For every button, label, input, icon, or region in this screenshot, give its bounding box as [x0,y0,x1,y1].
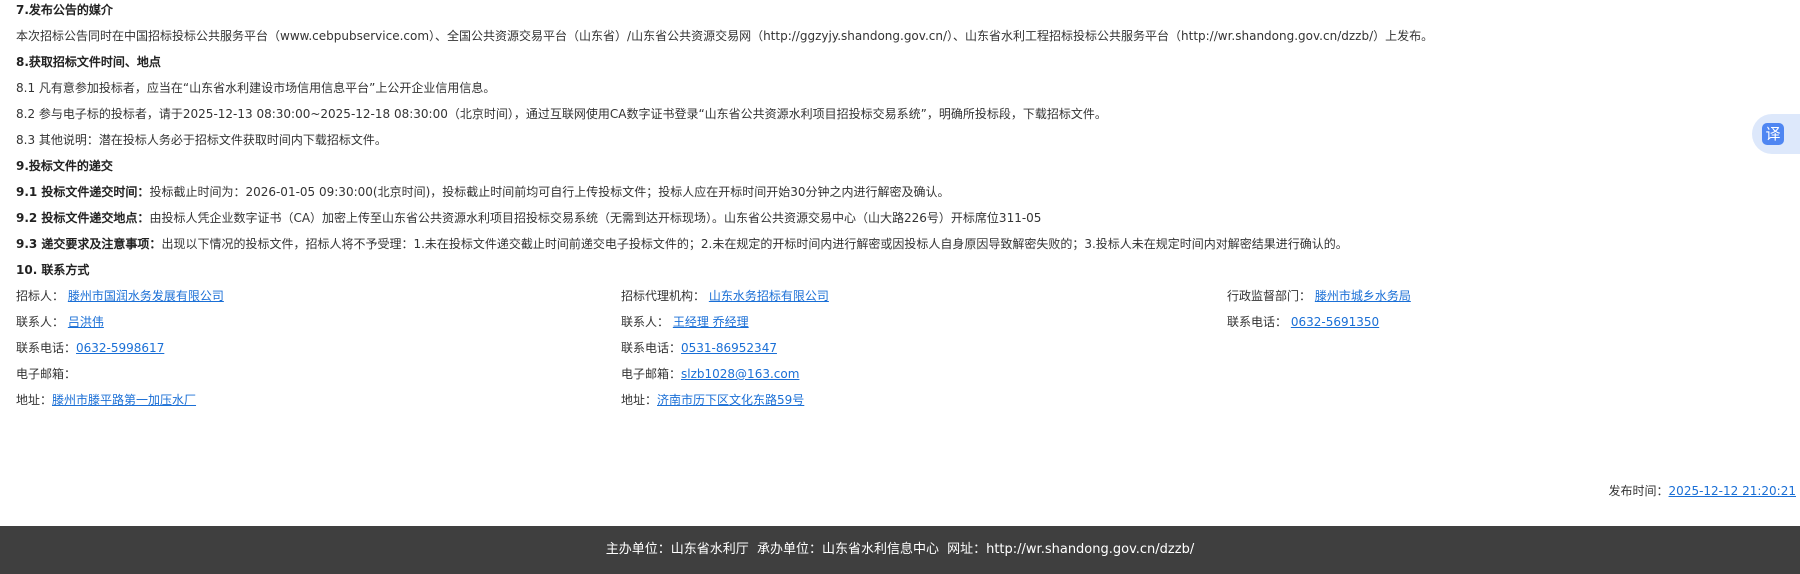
agency-link[interactable]: 山东水务招标有限公司 [709,289,829,303]
agency-email-link[interactable]: slzb1028@163.com [681,367,799,381]
agency-contact-link[interactable]: 王经理 乔经理 [673,315,749,329]
contact-row-org: 招标人： 滕州市国润水务发展有限公司 招标代理机构： 山东水务招标有限公司 行政… [16,288,1786,304]
agency-phone: 联系电话：0531-86952347 [621,340,777,356]
section-9-title: 9.投标文件的递交 [16,159,113,173]
tenderer-email-label: 电子邮箱： [16,367,77,381]
tenderer-address: 地址：滕州市滕平路第一加压水厂 [16,392,196,408]
translate-widget[interactable]: 译 [1752,114,1800,154]
agency-address-link[interactable]: 济南市历下区文化东路59号 [657,393,804,407]
section-9-2: 9.2 投标文件递交地点：由投标人凭企业数字证书（CA）加密上传至山东省公共资源… [16,210,1041,226]
agency-phone-label: 联系电话： [621,341,682,355]
section-9-3: 9.3 递交要求及注意事项：出现以下情况的投标文件，招标人将不予受理：1.未在投… [16,236,1348,252]
section-9-3-text: 出现以下情况的投标文件，招标人将不予受理：1.未在投标文件递交截止时间前递交电子… [161,237,1348,251]
tenderer-contact-link[interactable]: 吕洪伟 [68,315,104,329]
supervisor-label: 行政监督部门： [1227,289,1312,303]
publish-time-label: 发布时间： [1608,484,1669,498]
publish-time-link[interactable]: 2025-12-12 21:20:21 [1669,484,1796,498]
agency-label: 招标代理机构： [621,289,706,303]
contact-row-email: 电子邮箱： 电子邮箱：slzb1028@163.com [16,366,1786,382]
agency-email: 电子邮箱：slzb1028@163.com [621,366,799,382]
footer-host: 主办单位：山东省水利厅 [605,542,749,557]
supervisor-link[interactable]: 滕州市城乡水务局 [1315,289,1411,303]
agency-phone-link[interactable]: 0531-86952347 [681,341,777,355]
section-9-1-text: 投标截止时间为：2026-01-05 09:30:00(北京时间)，投标截止时间… [149,185,950,199]
tenderer: 招标人： 滕州市国润水务发展有限公司 [16,288,224,304]
section-7-text: 本次招标公告同时在中国招标投标公共服务平台（www.cebpubservice.… [16,29,1434,43]
agency-address-label: 地址： [621,393,658,407]
section-8-title: 8.获取招标文件时间、地点 [16,55,161,69]
footer-undertaker: 承办单位：山东省水利信息中心 [756,542,939,557]
tenderer-email: 电子邮箱： [16,366,76,382]
agency: 招标代理机构： 山东水务招标有限公司 [621,288,829,304]
site-footer: 主办单位：山东省水利厅 承办单位：山东省水利信息中心 网址：http://wr.… [0,526,1800,574]
tenderer-link[interactable]: 滕州市国润水务发展有限公司 [68,289,224,303]
supervisor-phone-label: 联系电话： [1227,315,1288,329]
section-9-1: 9.1 投标文件递交时间：投标截止时间为：2026-01-05 09:30:00… [16,184,950,200]
contact-row-person: 联系人： 吕洪伟 联系人： 王经理 乔经理 联系电话： 0632-5691350 [16,314,1786,330]
tenderer-phone-link[interactable]: 0632-5998617 [76,341,164,355]
footer-website: 网址：http://wr.shandong.gov.cn/dzzb/ [947,542,1195,557]
section-8-1: 8.1 凡有意参加投标者，应当在“山东省水利建设市场信用信息平台”上公开企业信用… [16,81,496,95]
section-9-3-label: 9.3 递交要求及注意事项： [16,237,162,251]
supervisor-phone: 联系电话： 0632-5691350 [1227,314,1379,330]
translate-icon[interactable]: 译 [1762,123,1784,145]
agency-contact: 联系人： 王经理 乔经理 [621,314,749,330]
tenderer-label: 招标人： [16,289,65,303]
section-8-2: 8.2 参与电子标的投标者，请于2025-12-13 08:30:00~2025… [16,107,1107,121]
contact-row-phone: 联系电话：0632-5998617 联系电话：0531-86952347 [16,340,1786,356]
tenderer-phone-label: 联系电话： [16,341,77,355]
tenderer-address-link[interactable]: 滕州市滕平路第一加压水厂 [52,393,196,407]
agency-address: 地址：济南市历下区文化东路59号 [621,392,804,408]
section-8-3: 8.3 其他说明：潜在投标人务必于招标文件获取时间内下载招标文件。 [16,133,387,147]
tenderer-contact: 联系人： 吕洪伟 [16,314,104,330]
section-7-title: 7.发布公告的媒介 [16,3,113,17]
section-9-1-label: 9.1 投标文件递交时间： [16,185,150,199]
section-9-2-label: 9.2 投标文件递交地点： [16,211,150,225]
publish-time: 发布时间：2025-12-12 21:20:21 [1609,483,1796,499]
supervisor: 行政监督部门： 滕州市城乡水务局 [1227,288,1411,304]
agency-email-label: 电子邮箱： [621,367,682,381]
tenderer-phone: 联系电话：0632-5998617 [16,340,164,356]
agency-contact-label: 联系人： [621,315,670,329]
tenderer-contact-label: 联系人： [16,315,65,329]
contact-row-address: 地址：滕州市滕平路第一加压水厂 地址：济南市历下区文化东路59号 [16,392,1786,408]
supervisor-phone-link[interactable]: 0632-5691350 [1291,315,1379,329]
section-10-title: 10. 联系方式 [16,263,90,277]
section-9-2-text: 由投标人凭企业数字证书（CA）加密上传至山东省公共资源水利项目招投标交易系统（无… [149,211,1042,225]
tenderer-address-label: 地址： [16,393,53,407]
